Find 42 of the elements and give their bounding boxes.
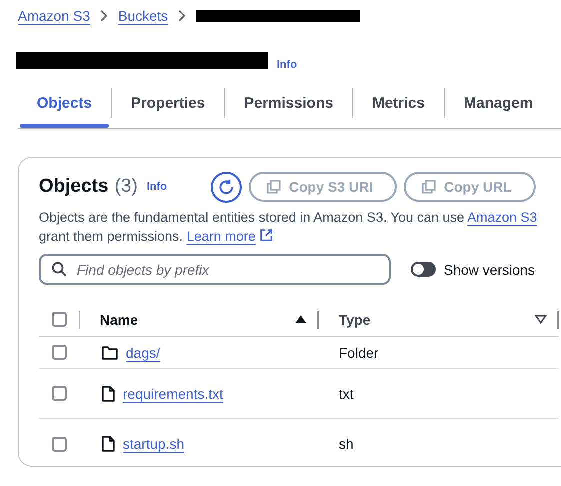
copy-icon bbox=[267, 180, 282, 194]
breadcrumb-link[interactable]: Amazon S3 bbox=[18, 8, 90, 24]
row-checkbox[interactable] bbox=[52, 345, 67, 360]
search-icon bbox=[52, 262, 67, 277]
column-header[interactable]: Name bbox=[100, 312, 138, 328]
s3-link[interactable]: Amazon S3 bbox=[468, 210, 538, 225]
toggle-switch[interactable] bbox=[411, 262, 436, 277]
toggle-label: Show versions bbox=[444, 262, 536, 278]
tab[interactable]: Metrics bbox=[353, 88, 444, 128]
external-link-icon bbox=[260, 229, 273, 242]
chevron-right-icon bbox=[100, 10, 108, 22]
column-header[interactable]: Type bbox=[339, 312, 371, 328]
row-checkbox[interactable] bbox=[52, 386, 67, 401]
select-all-checkbox[interactable] bbox=[52, 312, 67, 327]
type-cell: txt bbox=[319, 369, 559, 419]
refresh-icon bbox=[218, 178, 236, 196]
object-name-link[interactable]: requirements.txt bbox=[123, 386, 224, 402]
sort-ascending-icon[interactable] bbox=[295, 315, 307, 324]
type-cell-text: sh bbox=[338, 435, 355, 454]
tab[interactable]: Managem bbox=[444, 88, 552, 128]
search-field[interactable]: Find objects by prefix bbox=[39, 254, 391, 285]
info-link[interactable]: Info bbox=[146, 181, 168, 193]
copy-icon bbox=[422, 180, 436, 194]
refresh-button[interactable] bbox=[211, 172, 242, 202]
panel-title: Objects bbox=[39, 176, 109, 198]
chevron-right-icon bbox=[178, 10, 186, 22]
tab[interactable]: Properties bbox=[112, 88, 224, 128]
info-link[interactable]: Info bbox=[277, 59, 298, 71]
folder-icon bbox=[102, 346, 118, 360]
type-cell: Folder bbox=[319, 337, 559, 369]
object-count: (3) bbox=[114, 176, 138, 198]
object-name-link[interactable]: startup.sh bbox=[123, 436, 184, 452]
row-checkbox[interactable] bbox=[52, 436, 67, 452]
tab[interactable]: Permissions bbox=[225, 88, 352, 128]
tab[interactable]: Objects bbox=[18, 88, 112, 128]
description: Objects are the fundamental entities stored in Amazon S3. You can use Amazon S3 grant them permissions. Learn more bbox=[39, 209, 538, 246]
file-icon bbox=[102, 386, 115, 402]
breadcrumb-link[interactable]: Buckets bbox=[118, 8, 168, 24]
file-icon bbox=[102, 436, 115, 452]
learn-more-link[interactable]: Learn more bbox=[186, 229, 256, 244]
object-name-link[interactable]: dags/ bbox=[126, 344, 160, 360]
sort-icon[interactable] bbox=[535, 315, 547, 324]
